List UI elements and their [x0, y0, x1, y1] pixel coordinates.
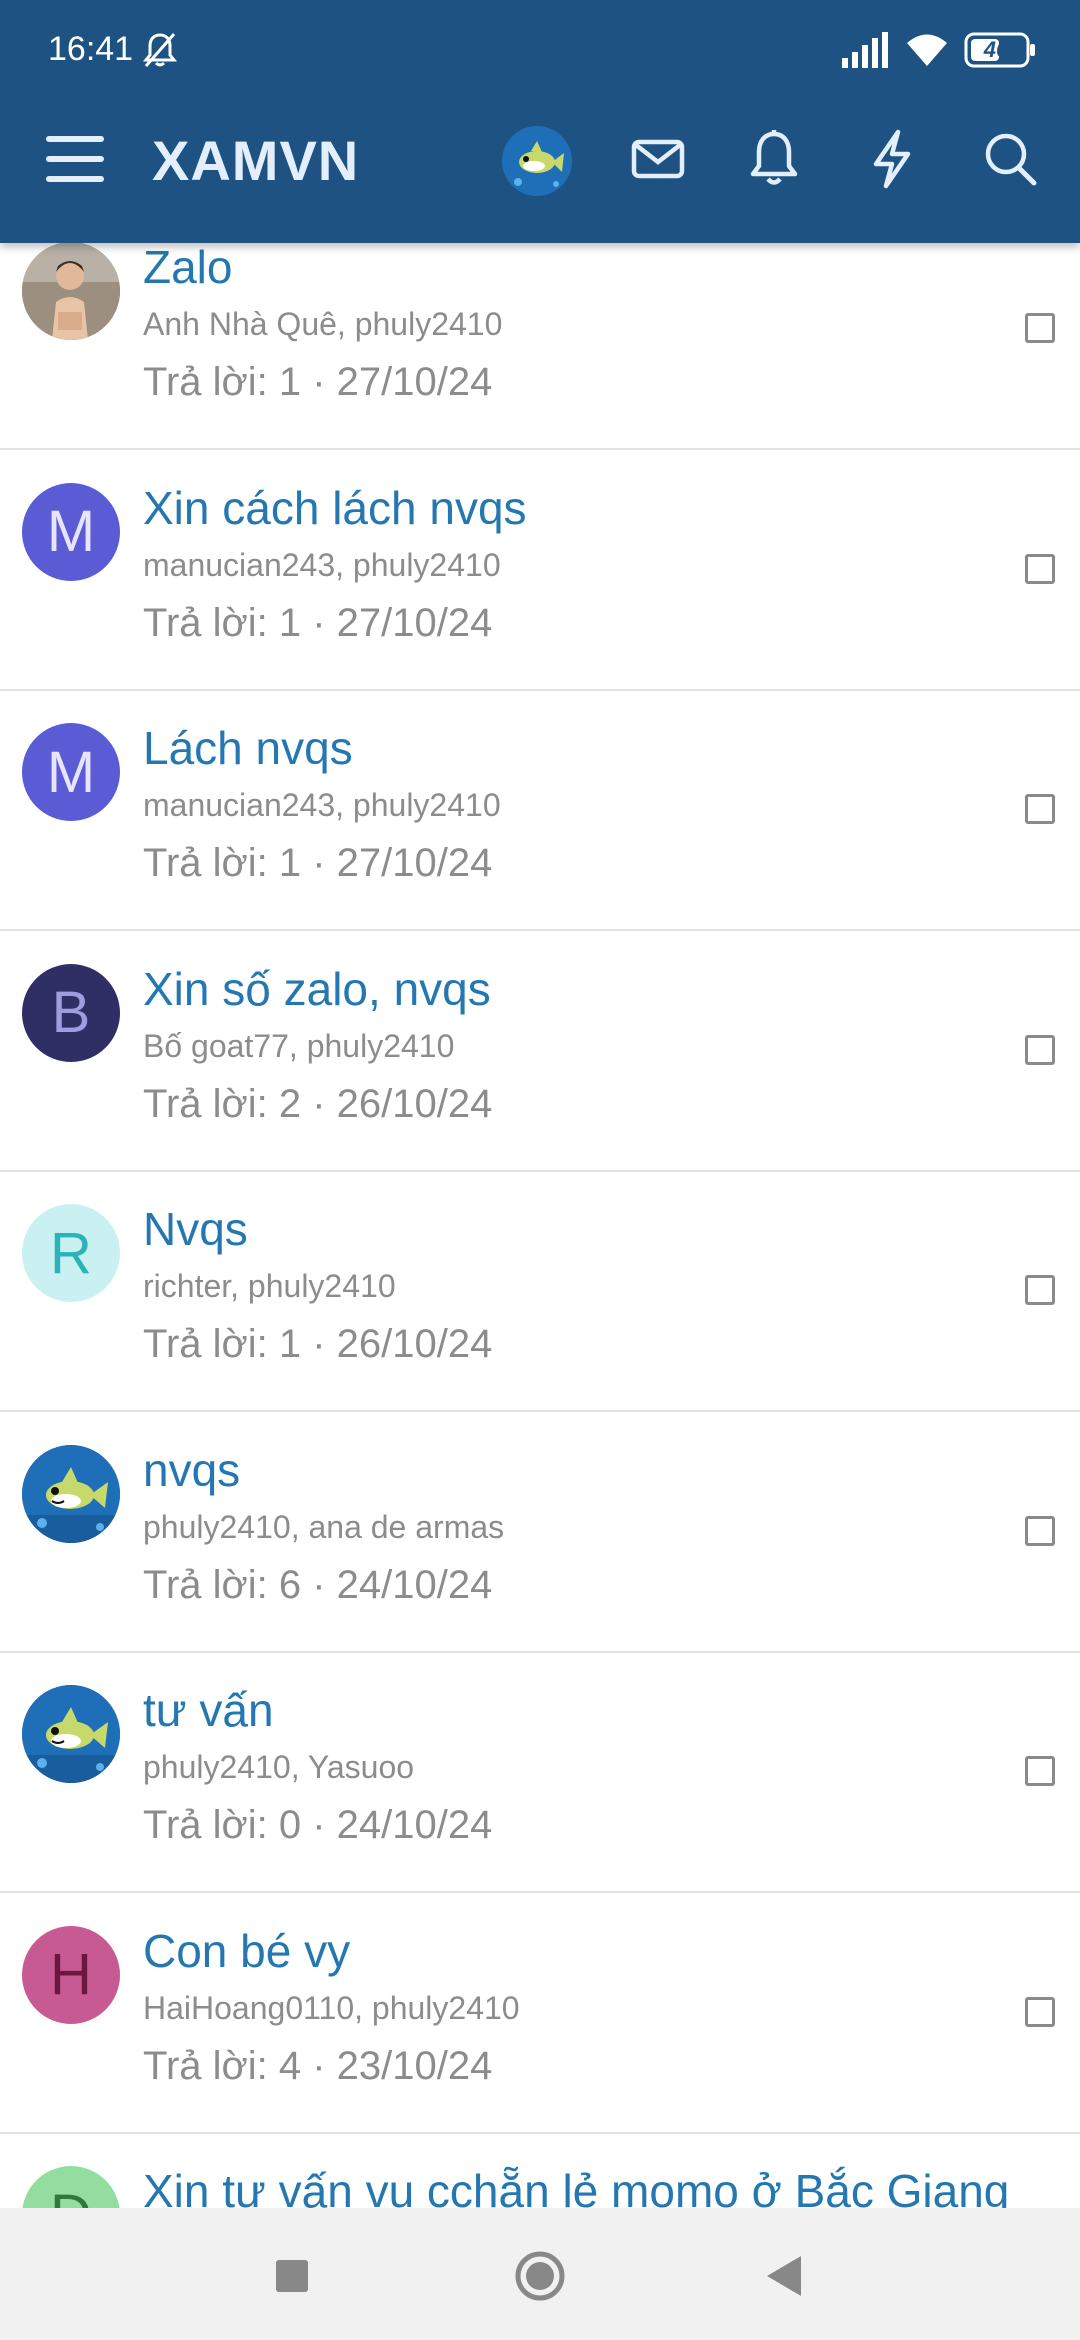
thread-reply-meta: Trả lời: 1 · 26/10/24 [143, 1322, 493, 1366]
thread-row[interactable]: Zalo Anh Nhà Quê, phuly2410 Trả lời: 1 · 2… [0, 243, 1080, 450]
back-triangle-icon[interactable] [757, 2248, 813, 2304]
thread-title-link[interactable]: nvqs [143, 1443, 240, 1497]
thread-title-link[interactable]: Nvqs [143, 1202, 248, 1256]
thread-title-link[interactable]: Con bé vy [143, 1924, 350, 1978]
shark-avatar-icon [22, 1685, 120, 1783]
notification-bell-icon[interactable] [744, 128, 804, 190]
home-circle-icon[interactable] [512, 2248, 568, 2304]
avatar-letter: D [50, 2182, 92, 2209]
thread-row[interactable]: H Con bé vy HaiHoang0110, phuly2410 Trả lời… [0, 1894, 1080, 2134]
avatar-letter: M [46, 739, 96, 805]
thread-row[interactable]: D Xin tư vấn vụ cchẵn lẻ momo ở Bắc Giang [0, 2134, 1080, 2208]
hamburger-menu-icon[interactable] [44, 132, 106, 186]
thread-author-avatar[interactable]: D [22, 2166, 120, 2208]
thread-author-avatar[interactable]: R [22, 1204, 120, 1302]
mail-icon[interactable] [628, 128, 688, 190]
thread-title-link[interactable]: Xin số zalo, nvqs [143, 962, 491, 1016]
user-avatar[interactable] [502, 126, 572, 196]
thread-title-link[interactable]: Xin cách lách nvqs [143, 481, 527, 535]
thread-author-avatar[interactable] [22, 1685, 120, 1783]
thread-author-avatar[interactable]: M [22, 482, 120, 581]
thread-reply-meta: Trả lời: 0 · 24/10/24 [143, 1803, 493, 1847]
avatar-letter: B [51, 980, 91, 1045]
avatar-letter: H [50, 1942, 92, 2007]
search-icon[interactable] [980, 128, 1040, 190]
thread-author-avatar[interactable]: B [22, 963, 120, 1062]
thread-authors: Anh Nhà Quê, phuly2410 [143, 306, 503, 342]
thread-authors: phuly2410, ana de armas [143, 1508, 505, 1545]
thread-author-avatar[interactable] [22, 243, 120, 340]
shark-avatar-icon [22, 1444, 120, 1543]
photo-avatar-icon [22, 243, 120, 340]
status-icons: 46 [840, 28, 1036, 72]
thread-authors: manucian243, phuly2410 [143, 546, 501, 583]
thread-reply-meta: Trả lời: 6 · 24/10/24 [143, 1562, 493, 1607]
thread-row[interactable]: M Xin cách lách nvqs manucian243, phuly241… [0, 451, 1080, 691]
recents-square-icon[interactable] [264, 2248, 320, 2304]
thread-reply-meta: Trả lời: 1 · 27/10/24 [143, 841, 493, 885]
wifi-icon [907, 34, 947, 66]
thread-select-checkbox[interactable] [1025, 1275, 1055, 1305]
thread-title-link[interactable]: Zalo [143, 243, 232, 294]
thread-reply-meta: Trả lời: 1 · 27/10/24 [143, 600, 493, 645]
thread-row[interactable]: B Xin số zalo, nvqs Bố goat77, phuly2410 Tr… [0, 932, 1080, 1172]
thread-author-avatar[interactable]: M [22, 723, 120, 821]
battery-level: 46 [983, 37, 1009, 62]
signal-icon [842, 32, 888, 68]
thread-title-link[interactable]: tư vấn [143, 1683, 274, 1737]
app-title[interactable]: XAMVN [152, 128, 359, 193]
thread-row[interactable]: M Lách nvqs manucian243, phuly2410 Trả lời:… [0, 691, 1080, 931]
thread-authors: manucian243, phuly2410 [143, 787, 501, 823]
status-time: 16:41 [48, 30, 134, 68]
thread-row[interactable]: nvqs phuly2410, ana de armas Trả lời: 6 · … [0, 1413, 1080, 1653]
thread-authors: HaiHoang0110, phuly2410 [143, 1989, 520, 2026]
thread-select-checkbox[interactable] [1025, 553, 1055, 584]
thread-select-checkbox[interactable] [1025, 794, 1055, 824]
thread-row[interactable]: R Nvqs richter, phuly2410 Trả lời: 1 · 26/1… [0, 1172, 1080, 1412]
avatar-letter: M [46, 499, 96, 564]
thread-title-link[interactable]: Lách nvqs [143, 721, 353, 775]
thread-list[interactable]: Zalo Anh Nhà Quê, phuly2410 Trả lời: 1 · 2… [0, 243, 1080, 2208]
thread-authors: Bố goat77, phuly2410 [143, 1027, 455, 1064]
thread-select-checkbox[interactable] [1025, 313, 1055, 343]
thread-authors: richter, phuly2410 [143, 1268, 396, 1304]
avatar-letter: R [50, 1220, 92, 1286]
thread-select-checkbox[interactable] [1025, 1756, 1055, 1786]
thread-author-avatar[interactable]: H [22, 1925, 120, 2024]
thread-reply-meta: Trả lời: 4 · 23/10/24 [143, 2043, 493, 2088]
thread-reply-meta: Trả lời: 2 · 26/10/24 [143, 1081, 493, 1126]
thread-reply-meta: Trả lời: 1 · 27/10/24 [143, 360, 493, 404]
thread-title-link[interactable]: Xin tư vấn vụ cchẵn lẻ momo ở Bắc Giang [143, 2164, 1009, 2208]
app-header: 16:41 46 XAMVN [0, 0, 1080, 243]
thread-author-avatar[interactable] [22, 1444, 120, 1543]
battery-icon: 46 [964, 32, 1036, 68]
whats-new-bolt-icon[interactable] [862, 128, 922, 190]
system-nav-bar [0, 2208, 1080, 2340]
thread-authors: phuly2410, Yasuoo [143, 1749, 415, 1785]
thread-select-checkbox[interactable] [1025, 1034, 1055, 1065]
thread-row[interactable]: tư vấn phuly2410, Yasuoo Trả lời: 0 · 24/1… [0, 1653, 1080, 1893]
thread-select-checkbox[interactable] [1025, 1515, 1055, 1546]
muted-bell-icon [142, 33, 178, 67]
thread-select-checkbox[interactable] [1025, 1996, 1055, 2027]
